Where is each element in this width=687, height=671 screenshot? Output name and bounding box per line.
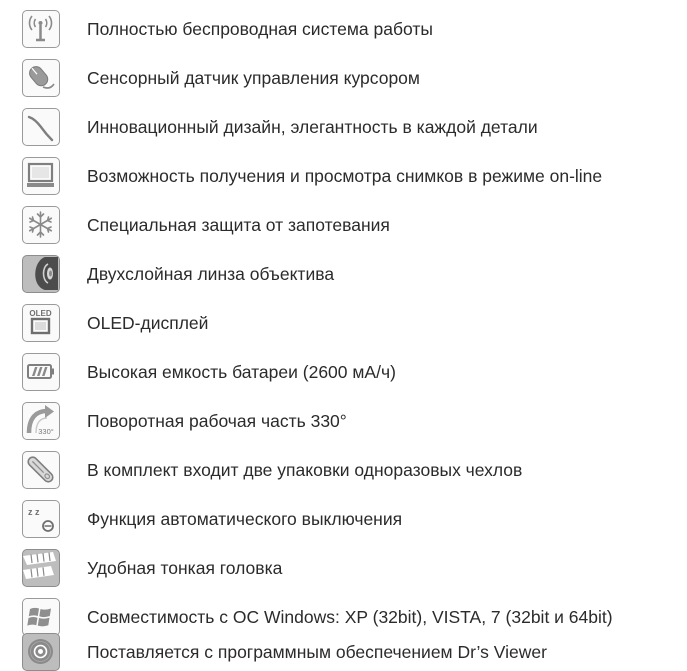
slim-head-icon xyxy=(22,549,60,587)
feature-text: Поворотная рабочая часть 330° xyxy=(87,411,347,431)
feature-item: Инновационный дизайн, элегантность в каж… xyxy=(0,100,687,146)
feature-text: Совместимость с ОС Windows: XP (32bit), … xyxy=(87,607,613,627)
feature-item: Полностью беспроводная система работы xyxy=(0,2,687,48)
feature-text: Инновационный дизайн, элегантность в каж… xyxy=(87,117,538,137)
disposable-cover-icon xyxy=(22,451,60,489)
disc-icon xyxy=(22,633,60,671)
feature-item: OLED OLED-дисплей xyxy=(0,296,687,342)
feature-text: Возможность получения и просмотра снимко… xyxy=(87,166,603,186)
mouse-sensor-icon xyxy=(22,59,60,97)
feature-item: z z Функция автоматического выключения xyxy=(0,492,687,538)
feature-item: Поставляется с программным обеспечением … xyxy=(0,625,687,671)
feature-text: Функция автоматического выключения xyxy=(87,509,403,529)
feature-list: Полностью беспроводная система работы Се… xyxy=(0,0,687,671)
feature-item: Специальная защита от запотевания xyxy=(0,198,687,244)
feature-text: OLED-дисплей xyxy=(87,313,209,333)
feature-text: Поставляется с программным обеспечением … xyxy=(87,642,547,662)
monitor-icon xyxy=(22,157,60,195)
feature-item: 330° Поворотная рабочая часть 330° xyxy=(0,394,687,440)
feature-item: В комплект входит две упаковки одноразов… xyxy=(0,443,687,489)
feature-text: Удобная тонкая головка xyxy=(87,558,283,578)
wireless-icon xyxy=(22,10,60,48)
feature-text: Сенсорный датчик управления курсором xyxy=(87,68,420,88)
feature-item: Высокая емкость батареи (2600 мА/ч) xyxy=(0,345,687,391)
feature-text: Специальная защита от запотевания xyxy=(87,215,390,235)
lens-icon xyxy=(22,255,60,293)
oled-icon: OLED xyxy=(22,304,60,342)
design-curve-icon xyxy=(22,108,60,146)
auto-off-icon-text: z z xyxy=(28,507,40,517)
feature-text: Двухслойная линза объектива xyxy=(87,264,335,284)
feature-item: Удобная тонкая головка xyxy=(0,541,687,587)
rotate-icon: 330° xyxy=(22,402,60,440)
battery-icon xyxy=(22,353,60,391)
feature-text: Высокая емкость батареи (2600 мА/ч) xyxy=(87,362,396,382)
oled-icon-text: OLED xyxy=(29,309,51,318)
snowflake-icon xyxy=(22,206,60,244)
auto-off-icon: z z xyxy=(22,500,60,538)
feature-item: Возможность получения и просмотра снимко… xyxy=(0,149,687,195)
rotate-icon-text: 330° xyxy=(38,427,54,436)
feature-item: Сенсорный датчик управления курсором xyxy=(0,51,687,97)
feature-item: Двухслойная линза объектива xyxy=(0,247,687,293)
feature-text: В комплект входит две упаковки одноразов… xyxy=(87,460,523,480)
feature-text: Полностью беспроводная система работы xyxy=(87,19,433,39)
